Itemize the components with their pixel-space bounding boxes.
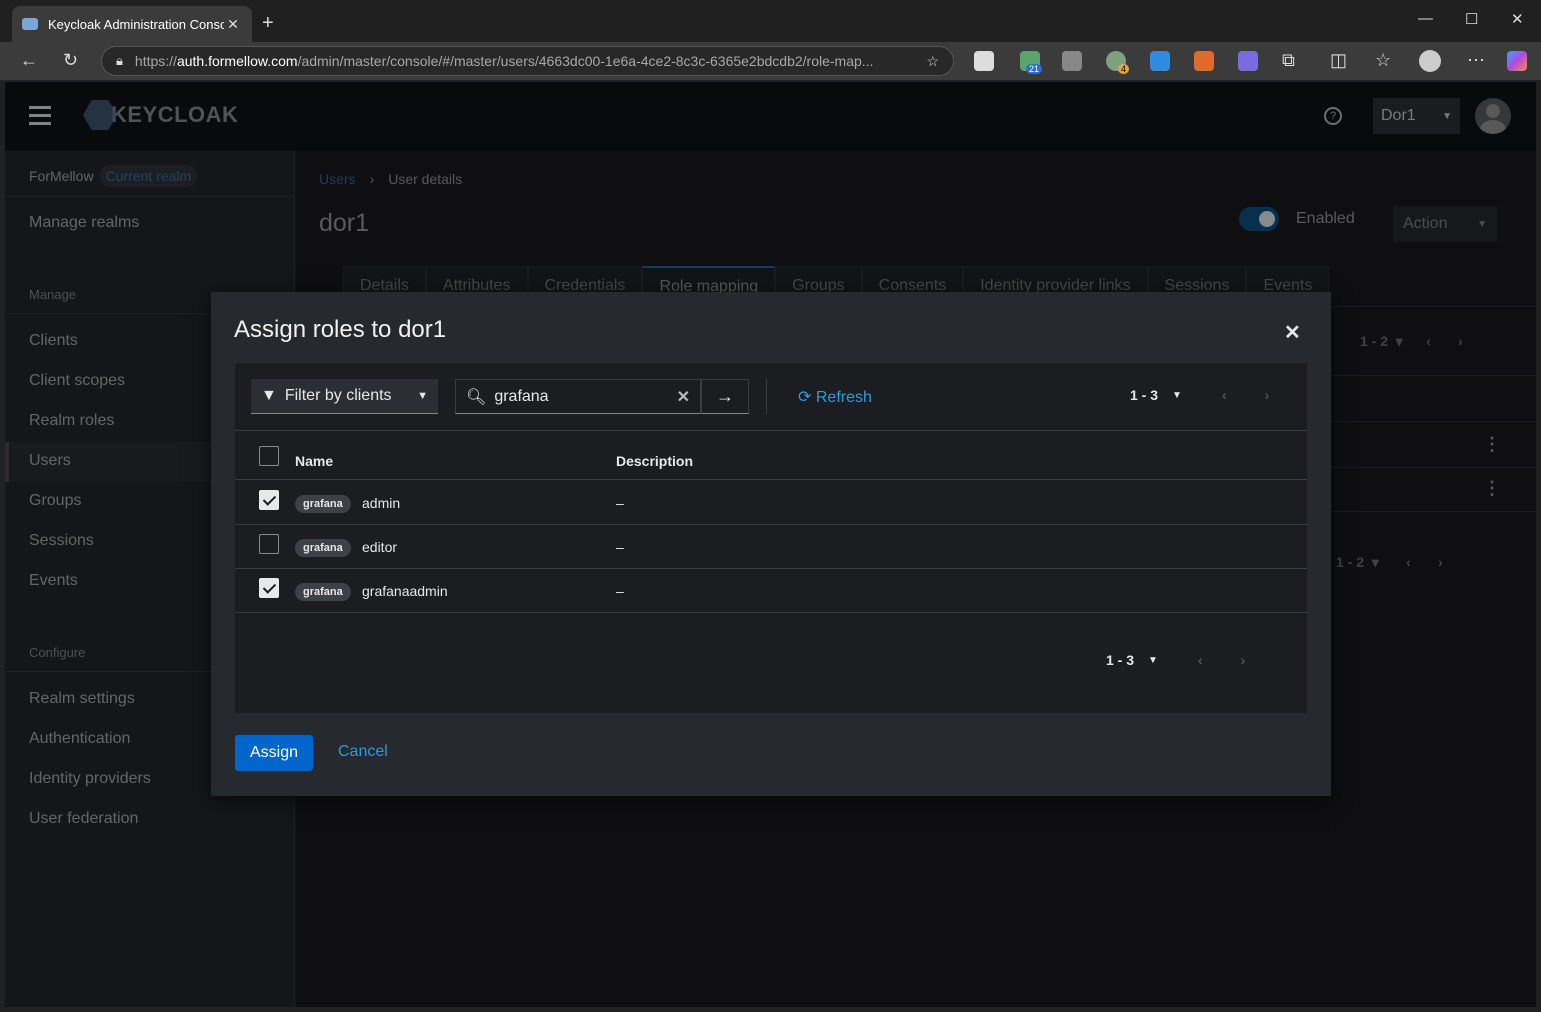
close-tab-icon[interactable]: ✕ [224,16,242,33]
next-page-icon[interactable]: › [1265,387,1270,403]
select-all-checkbox[interactable] [259,446,279,466]
keycloak-app: KEYCLOAK ? Dor1 ▼ ForMellow Current real… [5,82,1536,1007]
url-host: auth.formellow.com [176,53,298,69]
column-header-name[interactable]: Name [295,453,333,469]
address-row: ← ↻ 🔒︎ https://auth.formellow.com/admin/… [0,42,1541,80]
table-row: grafana admin – [235,481,1307,525]
client-badge: grafana [295,539,351,557]
copilot-icon[interactable] [1507,51,1527,71]
shield-extension-icon[interactable] [1150,51,1170,71]
pagination-range-dropdown[interactable]: 1 - 3 [1130,387,1158,403]
chevron-down-icon[interactable]: ▼ [1172,390,1182,401]
keycloak-favicon-icon [22,18,38,30]
divider [766,379,767,414]
role-name: grafanaadmin [362,583,448,599]
table-header: Name Description [235,432,1307,480]
role-description: – [616,583,624,599]
refresh-icon: ⟳ [798,389,812,406]
filter-by-clients-dropdown[interactable]: ▼ Filter by clients ▼ [251,379,438,414]
search-input[interactable] [494,387,665,406]
search-icon: 🔍︎ [466,388,487,406]
table-toolbar: ▼ Filter by clients ▼ 🔍︎ ✕ → ⟳ Refresh [235,363,1307,431]
table-row: grafana editor – [235,525,1307,569]
assign-button[interactable]: Assign [235,735,313,771]
extension-p-icon[interactable] [974,51,994,71]
role-name: admin [362,495,401,511]
lock-icon: 🔒︎ [116,53,123,68]
chevron-down-icon[interactable]: ▼ [1148,655,1158,666]
cancel-button[interactable]: Cancel [338,743,388,761]
browser-tab[interactable]: Keycloak Administration Console ✕ [12,6,252,42]
new-tab-icon[interactable]: + [262,12,274,35]
clear-search-icon[interactable]: ✕ [677,387,690,407]
column-header-description: Description [616,453,694,469]
role-description: – [616,495,624,511]
arrow-right-icon: → [716,386,734,406]
browser-window: Keycloak Administration Console ✕ + — ☐ … [0,0,1541,1012]
maximize-icon[interactable]: ☐ [1465,10,1478,28]
filter-label: Filter by clients [284,387,392,404]
close-window-icon[interactable]: ✕ [1511,10,1524,28]
close-icon[interactable]: ✕ [1284,320,1301,345]
previous-page-icon[interactable]: ‹ [1198,652,1203,668]
search-submit-button[interactable]: → [701,379,749,414]
modal-title: Assign roles to dor1 [234,316,447,343]
search-field: 🔍︎ ✕ [455,379,701,414]
row-checkbox[interactable] [259,578,279,598]
url-path: /admin/master/console/#/master/users/466… [297,53,874,69]
chevron-down-icon: ▼ [417,390,428,402]
back-icon[interactable]: ← [20,50,38,71]
filter-icon: ▼ [261,387,277,404]
fox-extension-icon[interactable] [1194,51,1214,71]
extension-badge-count: 21 [1026,64,1043,74]
client-badge: grafana [295,583,351,601]
minimize-icon[interactable]: — [1418,10,1433,27]
refresh-label: Refresh [815,389,872,406]
more-options-icon[interactable]: ⋯ [1467,50,1485,71]
pagination-top: 1 - 3 ▼ ‹ › [1130,387,1269,403]
row-checkbox[interactable] [259,534,279,554]
extension-badge-count-2: 4 [1118,64,1130,74]
pagination-bottom: 1 - 3 ▼ ‹ › [1106,652,1245,668]
split-screen-icon[interactable]: ◫ [1330,50,1347,71]
favorite-star-icon[interactable]: ☆ [926,53,939,70]
extensions-puzzle-icon[interactable]: ⧉ [1282,50,1295,71]
gamepad-extension-icon[interactable] [1238,51,1258,71]
assign-roles-modal: Assign roles to dor1 ✕ ▼ Filter by clien… [211,292,1331,796]
roles-table-panel: ▼ Filter by clients ▼ 🔍︎ ✕ → ⟳ Refresh [235,363,1307,713]
table-row: grafana grafanaadmin – [235,569,1307,613]
url-prefix: https:// [134,53,177,69]
address-bar[interactable]: 🔒︎ https://auth.formellow.com/admin/mast… [101,46,954,76]
profile-avatar-icon[interactable] [1419,50,1441,72]
extension-wing-icon[interactable] [1062,51,1082,71]
next-page-icon[interactable]: › [1241,652,1246,668]
pagination-range-dropdown[interactable]: 1 - 3 [1106,652,1134,668]
tab-strip: Keycloak Administration Console ✕ + — ☐ … [0,0,1541,42]
tab-title: Keycloak Administration Console [48,16,224,32]
favorites-icon[interactable]: ☆ [1375,50,1391,71]
client-badge: grafana [295,495,351,513]
reload-icon[interactable]: ↻ [63,50,78,71]
row-checkbox[interactable] [259,490,279,510]
role-description: – [616,539,624,555]
role-name: editor [362,539,398,555]
previous-page-icon[interactable]: ‹ [1222,387,1227,403]
refresh-button[interactable]: ⟳ Refresh [798,387,872,407]
